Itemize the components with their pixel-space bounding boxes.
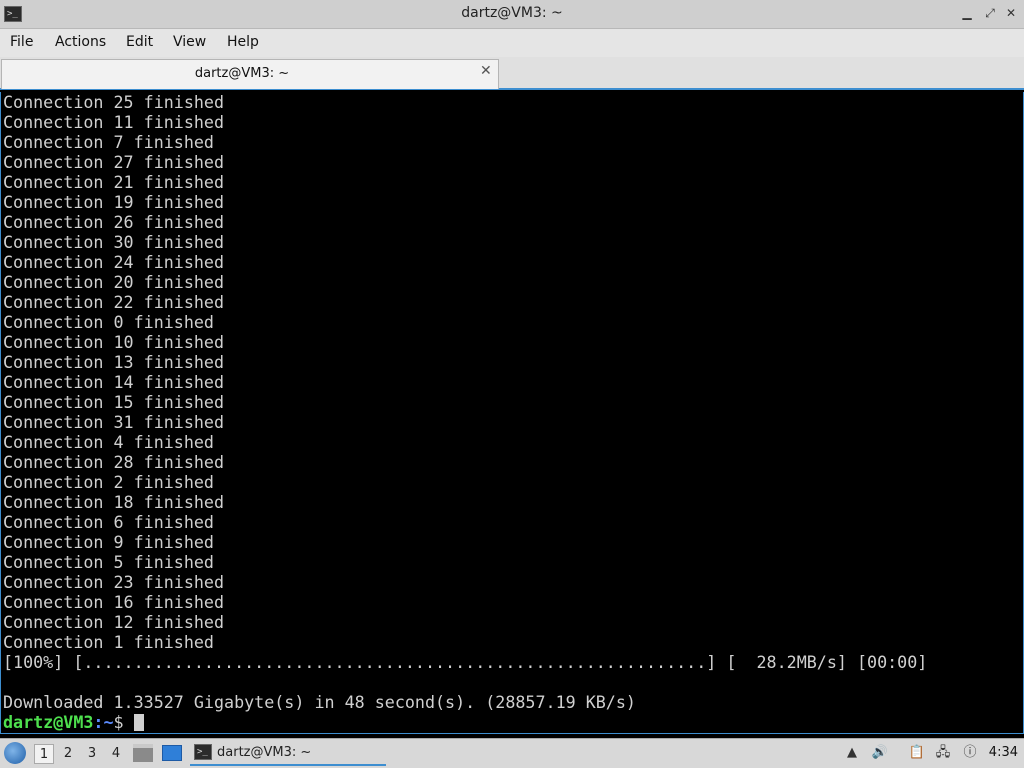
terminal-line: Connection 22 finished [3,292,225,312]
terminal-line: Connection 24 finished [3,252,225,272]
terminal-line: Connection 13 finished [3,352,225,372]
start-menu-icon[interactable] [4,742,26,764]
notification-icon[interactable]: ⓘ [961,744,979,762]
terminal-line: Connection 12 finished [3,612,225,632]
menu-view[interactable]: View [173,34,206,50]
taskbar: 1 2 3 4 >_ dartz@VM3: ~ ▲ 🔊 📋 🖧 ⓘ 4:34 [0,738,1024,768]
tab-terminal[interactable]: dartz@VM3: ~ ✕ [1,59,499,89]
volume-icon[interactable]: 🔊 [871,744,889,762]
terminal-line: Connection 0 finished [3,312,214,332]
terminal-line: Connection 18 finished [3,492,225,512]
terminal-window: >_ dartz@VM3: ~ ▁ ⤢ ✕ File Actions Edit … [0,0,1024,738]
menu-help[interactable]: Help [227,34,259,50]
terminal-line: Connection 14 finished [3,372,225,392]
workspace-4[interactable]: 4 [106,744,126,764]
terminal-line: Connection 6 finished [3,512,214,532]
terminal-line: Connection 20 finished [3,272,225,292]
terminal-output[interactable]: Connection 25 finished Connection 11 fini… [0,92,1024,734]
window-title: dartz@VM3: ~ [461,5,563,21]
terminal-line: Connection 16 finished [3,592,225,612]
terminal-line: Connection 4 finished [3,432,214,452]
terminal-line: Connection 1 finished [3,632,214,652]
menu-bar: File Actions Edit View Help [0,29,1024,57]
clock[interactable]: 4:34 [989,745,1018,760]
file-manager-icon[interactable] [133,744,153,762]
minimize-button[interactable]: ▁ [960,6,974,20]
terminal-line: Connection 7 finished [3,132,214,152]
workspace-1[interactable]: 1 [34,744,54,764]
show-desktop-icon[interactable] [162,745,182,761]
prompt-path: :~ [93,712,114,732]
workspace-3[interactable]: 3 [82,744,102,764]
terminal-line: Connection 28 finished [3,452,225,472]
terminal-prompt-line: dartz@VM3:~$ [3,712,1023,732]
terminal-line: Connection 21 finished [3,172,225,192]
menu-file[interactable]: File [10,34,33,50]
terminal-line: Connection 9 finished [3,532,214,552]
terminal-line: Connection 23 finished [3,572,225,592]
terminal-line: Connection 2 finished [3,472,214,492]
maximize-button[interactable]: ⤢ [983,6,997,20]
title-bar[interactable]: >_ dartz@VM3: ~ ▁ ⤢ ✕ [0,0,1024,29]
text-cursor [133,714,144,731]
tab-bar: dartz@VM3: ~ ✕ [0,57,1024,90]
menu-edit[interactable]: Edit [126,34,153,50]
terminal-line: Connection 31 finished [3,412,225,432]
terminal-line: Connection 5 finished [3,552,214,572]
clipboard-icon[interactable]: 📋 [908,744,926,762]
tab-close-icon[interactable]: ✕ [480,63,492,79]
terminal-line: [100%] [................................… [3,652,928,672]
task-label: dartz@VM3: ~ [217,745,312,760]
prompt-symbol: $ [113,712,134,732]
terminal-line: Connection 30 finished [3,232,225,252]
taskbar-task-terminal[interactable]: >_ dartz@VM3: ~ [190,741,386,766]
close-button[interactable]: ✕ [1004,6,1018,20]
terminal-line: Connection 25 finished [3,92,225,112]
workspace-2[interactable]: 2 [58,744,78,764]
prompt-user-host: dartz@VM3 [3,712,94,732]
tab-label: dartz@VM3: ~ [194,66,290,81]
terminal-line: Connection 19 finished [3,192,225,212]
keyboard-icon[interactable]: ▲ [843,744,861,762]
terminal-line: Connection 10 finished [3,332,225,352]
terminal-line: Connection 26 finished [3,212,225,232]
menu-actions[interactable]: Actions [55,34,106,50]
terminal-line: Connection 11 finished [3,112,225,132]
network-icon[interactable]: 🖧 [934,744,952,762]
terminal-line: Connection 15 finished [3,392,225,412]
terminal-lines: Connection 25 finished Connection 11 fini… [3,92,1023,712]
terminal-line: Downloaded 1.33527 Gigabyte(s) in 48 sec… [3,692,636,712]
terminal-line: Connection 27 finished [3,152,225,172]
terminal-icon: >_ [194,744,212,760]
